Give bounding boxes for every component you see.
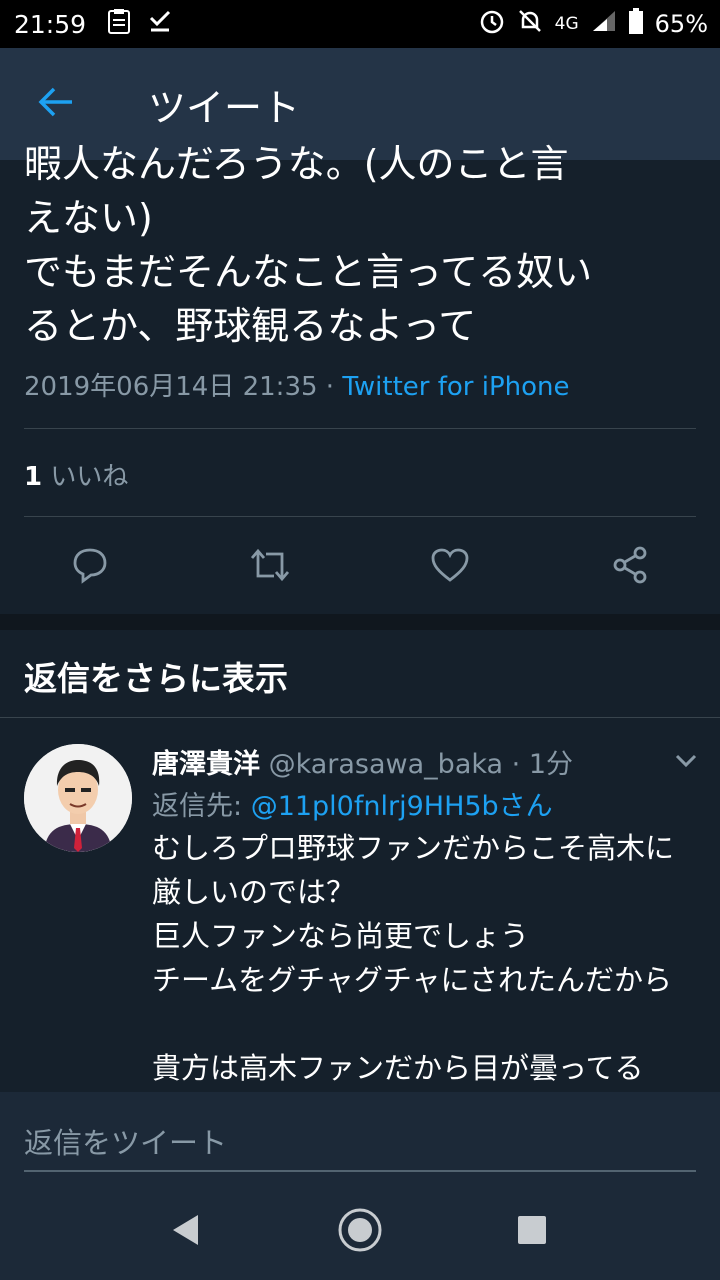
status-time: 21:59 [14,9,87,39]
reply-to-user-link[interactable]: @11pl0fnlrj9HH5bさん [251,791,553,822]
input-underline [24,1170,696,1172]
tweet-text: 暇人なんだろうな。(人のこと言 えない) でもまだそんなこと言ってる奴い るとか… [24,142,593,348]
reply-input-placeholder[interactable]: 返信をツイート [24,1120,227,1162]
clipboard-icon [108,8,131,40]
status-bar: 21:59 4G 65% [0,0,720,48]
more-replies-link[interactable]: 返信をさらに表示 [24,652,288,700]
share-icon [610,545,650,589]
reply-author-name[interactable]: 唐澤貴洋 [152,749,260,780]
divider [24,516,696,517]
page-title: ツイート [148,85,301,130]
share-button[interactable] [603,540,657,594]
divider [24,428,696,429]
network-type: 4G [554,14,579,34]
likes-count[interactable]: 1 いいね [24,456,128,493]
section-separator [0,614,720,630]
nav-recents-button[interactable] [504,1204,560,1260]
system-nav-bar [0,1184,720,1280]
reply-button[interactable] [63,540,117,594]
likes-label: いいね [42,462,129,492]
heart-icon [430,547,470,587]
tweet-actions [0,540,720,594]
tweet-meta: 2019年06月14日 21:35 · Twitter for iPhone [24,366,570,403]
tweet-source-link[interactable]: Twitter for iPhone [342,372,569,402]
reply-compose[interactable]: 返信をツイート [0,1092,720,1184]
reply-header: 唐澤貴洋 @karasawa_baka · 1分 [152,742,573,781]
battery-icon [628,8,643,40]
notifications-off-icon [517,8,543,40]
reply-to-line: 返信先: @11pl0fnlrj9HH5bさん [152,784,553,823]
signal-icon [591,9,617,39]
reply-handle-time: @karasawa_baka · 1分 [260,749,573,780]
download-done-icon [148,9,172,39]
like-button[interactable] [423,540,477,594]
retweet-icon [248,546,292,588]
reply-icon [71,546,109,588]
battery-percent: 65% [654,10,708,38]
reply-text: むしろプロ野球ファンだからこそ高木に 厳しいのでは？ 巨人ファンなら尚更でしょう… [152,831,675,1085]
divider [0,717,720,718]
avatar[interactable] [24,744,132,852]
nav-back-button[interactable] [158,1204,214,1260]
chevron-down-icon [672,754,700,776]
recents-square-icon [517,1215,547,1249]
tweet-date: 2019年06月14日 21:35 · [24,372,343,402]
back-triangle-icon [170,1213,202,1251]
retweet-button[interactable] [243,540,297,594]
back-arrow-icon [38,87,74,121]
tweet-menu-button[interactable] [672,748,700,772]
nav-home-button[interactable] [332,1204,388,1260]
home-circle-icon [337,1207,383,1257]
reply-to-label: 返信先: [152,791,251,822]
alarm-icon [479,8,505,40]
likes-number: 1 [24,462,43,492]
